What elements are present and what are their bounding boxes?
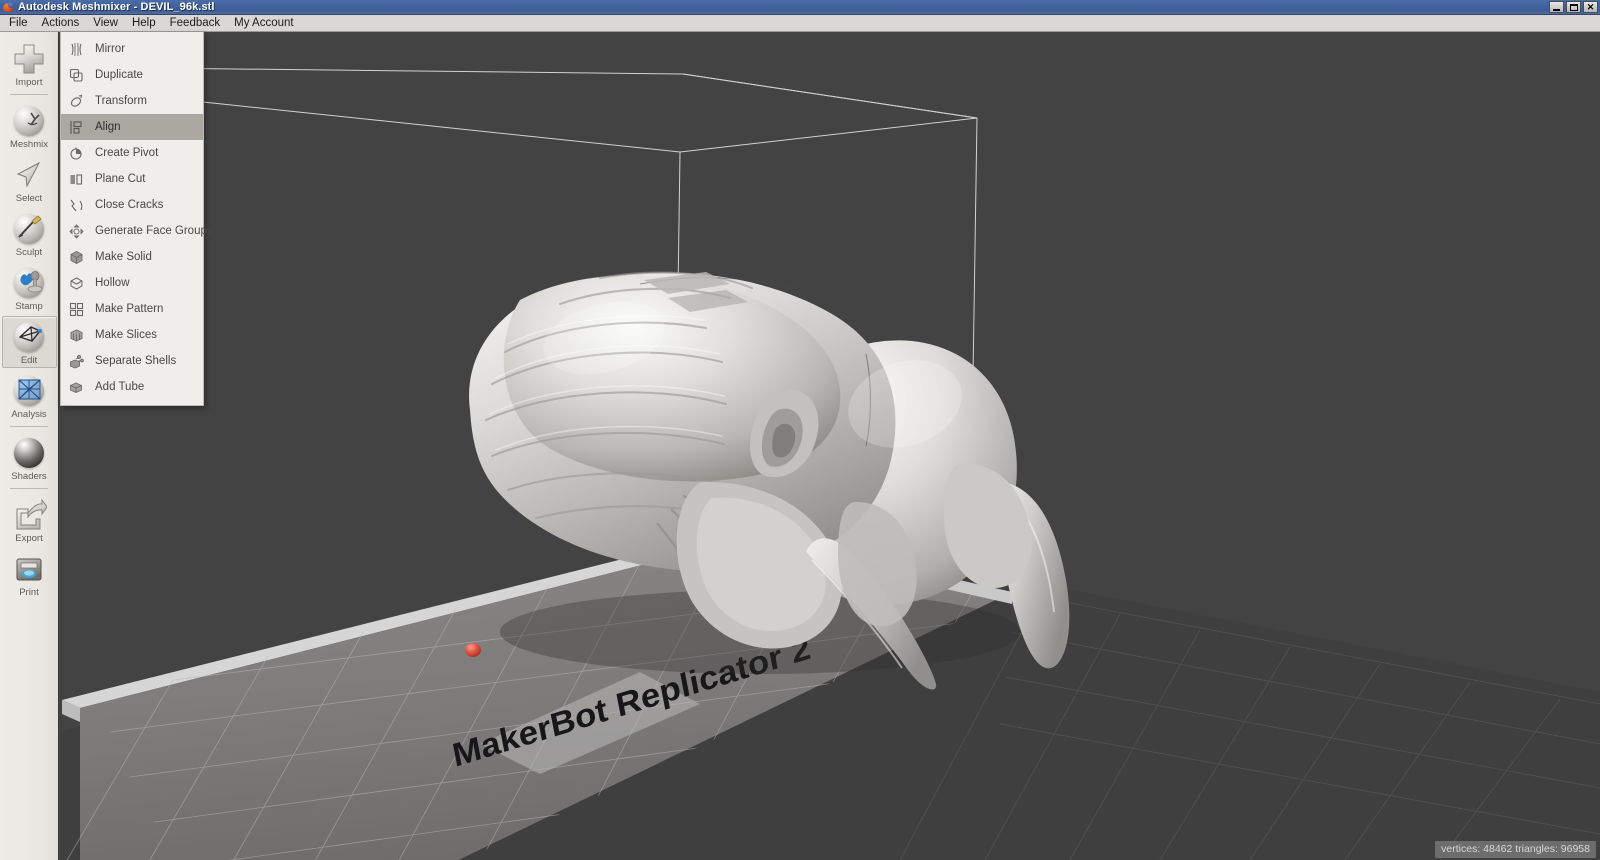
status-bar: vertices: 48462 triangles: 96958 [1435,841,1596,858]
menu-view[interactable]: View [86,15,125,31]
menu-item-make-slices[interactable]: Make Slices [61,322,203,348]
title-bar: Autodesk Meshmixer - DEVIL_96k.stl ✕ [0,0,1600,15]
tool-analysis[interactable]: Analysis [3,370,56,422]
plane-cut-icon [69,172,84,187]
tool-label: Sculpt [15,247,43,258]
menu-item-label: Create Pivot [95,147,159,159]
menu-item-label: Plane Cut [95,173,146,185]
analysis-wireframe-icon [11,373,47,409]
plus-icon [11,41,47,77]
menu-feedback[interactable]: Feedback [163,15,228,31]
close-button[interactable]: ✕ [1583,1,1598,13]
shaders-sphere-icon [11,435,47,471]
menu-item-label: Separate Shells [95,355,177,367]
make-pattern-icon [69,302,84,317]
add-tube-icon [69,380,84,395]
separate-shells-icon [69,354,84,369]
menu-item-plane-cut[interactable]: Plane Cut [61,166,203,192]
menu-actions[interactable]: Actions [35,15,87,31]
tool-select[interactable]: Select [3,154,56,206]
menu-my-account[interactable]: My Account [227,15,300,31]
tool-print[interactable]: Print [3,548,56,600]
menu-item-make-pattern[interactable]: Make Pattern [61,296,203,322]
printer-icon [11,551,47,587]
menu-item-label: Close Cracks [95,199,164,211]
maximize-button[interactable] [1566,1,1581,13]
meshmixer-logo-icon [3,1,14,13]
close-cracks-icon [69,198,84,213]
create-pivot-icon [69,146,84,161]
menu-item-close-cracks[interactable]: Close Cracks [61,192,203,218]
menu-item-create-pivot[interactable]: Create Pivot [61,140,203,166]
menu-item-hollow[interactable]: Hollow [61,270,203,296]
menu-item-label: Align [95,121,121,133]
menu-item-label: Make Pattern [95,303,164,315]
edit-actions-dropdown: Mirror Duplicate Transform Align Create … [60,32,213,406]
make-slices-icon [69,328,84,343]
menu-file[interactable]: File [2,15,35,31]
tool-label: Select [15,193,43,204]
menu-item-label: Make Solid [95,251,152,263]
menu-item-label: Duplicate [95,69,143,81]
stamp-icon [11,265,47,301]
duplicate-icon [69,68,84,83]
tool-label: Print [19,587,39,598]
tool-label: Meshmix [9,139,48,150]
tool-export[interactable]: Export [3,494,56,546]
menu-item-label: Add Tube [95,381,145,393]
3d-viewport[interactable]: MakerBot Replicator 2 [0,32,1600,860]
menu-item-label: Hollow [95,277,130,289]
menu-item-transform[interactable]: Transform [61,88,203,114]
window-title: Autodesk Meshmixer - DEVIL_96k.stl [18,1,215,13]
menu-item-mirror[interactable]: Mirror [61,36,203,62]
toolbar-separator [10,426,48,427]
hollow-icon [69,276,84,291]
tool-edit[interactable]: Edit [1,316,57,368]
tool-stamp[interactable]: Stamp [3,262,56,314]
meshmixer-window: Autodesk Meshmixer - DEVIL_96k.stl ✕ Fil… [0,0,1600,860]
generate-face-groups-icon [69,223,84,239]
tool-label: Analysis [11,409,47,420]
sculpt-brush-icon [11,211,47,247]
toolbar-separator [10,488,48,489]
tool-import[interactable]: Import [3,38,56,90]
tool-label: Export [15,533,43,544]
menu-item-label: Transform [95,95,147,107]
viewport-scene: MakerBot Replicator 2 [0,32,1600,860]
export-arrow-icon [11,497,48,533]
tool-meshmix[interactable]: Meshmix [3,100,56,152]
tool-label: Stamp [15,301,43,312]
tool-sculpt[interactable]: Sculpt [3,208,56,260]
minimize-button[interactable] [1549,1,1564,13]
menu-item-add-tube[interactable]: Add Tube [61,374,203,400]
menu-item-label: Mirror [95,43,126,55]
left-toolbar: Import Meshmix Select Sculpt Stamp Edit … [0,32,59,860]
window-controls: ✕ [1549,1,1598,13]
menu-item-duplicate[interactable]: Duplicate [61,62,203,88]
meshmix-sphere-icon [11,103,47,139]
tool-label: Import [15,77,43,88]
mirror-icon [69,42,84,57]
menu-item-make-solid[interactable]: Make Solid [61,244,203,270]
menu-item-align[interactable]: Align [61,114,203,140]
menu-item-separate-shells[interactable]: Separate Shells [61,348,203,374]
tool-shaders[interactable]: Shaders [3,432,56,484]
transform-icon [69,94,84,109]
toolbar-separator [10,94,48,95]
tool-label: Shaders [11,471,47,482]
align-icon [69,120,84,135]
menu-item-label: Generate Face Groups [95,225,213,237]
edit-mesh-icon [11,319,47,355]
menu-item-label: Make Slices [95,329,157,341]
menu-help[interactable]: Help [125,15,163,31]
make-solid-icon [69,250,84,265]
cursor-arrow-icon [11,157,47,193]
menu-bar: File Actions View Help Feedback My Accou… [0,15,1600,32]
pivot-marker[interactable] [465,643,481,657]
menu-item-generate-face-groups[interactable]: Generate Face Groups [61,218,213,244]
tool-label: Edit [20,355,38,366]
